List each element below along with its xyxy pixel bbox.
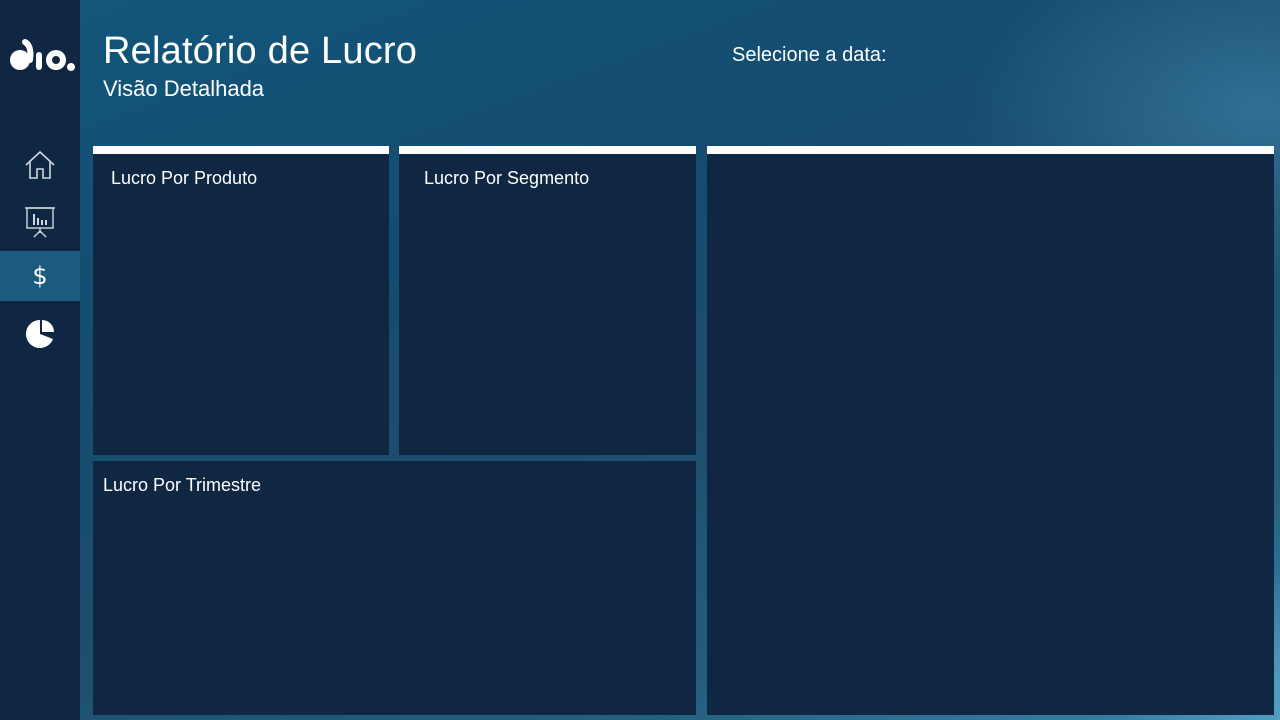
dio-logo	[6, 38, 76, 78]
nav-pie[interactable]	[0, 309, 80, 359]
nav-home[interactable]	[0, 140, 80, 190]
pie-chart-icon	[25, 319, 55, 349]
date-selector-label: Selecione a data:	[732, 44, 887, 66]
panel-lucro-segmento: Lucro Por Segmento	[399, 146, 696, 455]
panel-title-segmento: Lucro Por Segmento	[424, 168, 590, 188]
page-title: Relatório de Lucro	[103, 30, 418, 72]
page-subtitle: Visão Detalhada	[103, 76, 265, 101]
home-icon	[24, 150, 56, 180]
panel-lucro-trimestre: Lucro Por Trimestre	[93, 461, 696, 715]
panel-lucro-produto: Lucro Por Produto	[93, 146, 389, 455]
sidebar: $	[0, 0, 80, 720]
panel-title-trimestre: Lucro Por Trimestre	[103, 475, 262, 495]
nav-lucro[interactable]: $	[0, 251, 80, 301]
panel-title-produto: Lucro Por Produto	[111, 168, 258, 188]
presentation-chart-icon	[24, 205, 56, 239]
panel-date-slicer	[707, 146, 1274, 715]
dollar-icon: $	[32, 262, 48, 290]
nav-presentation[interactable]	[0, 197, 80, 247]
